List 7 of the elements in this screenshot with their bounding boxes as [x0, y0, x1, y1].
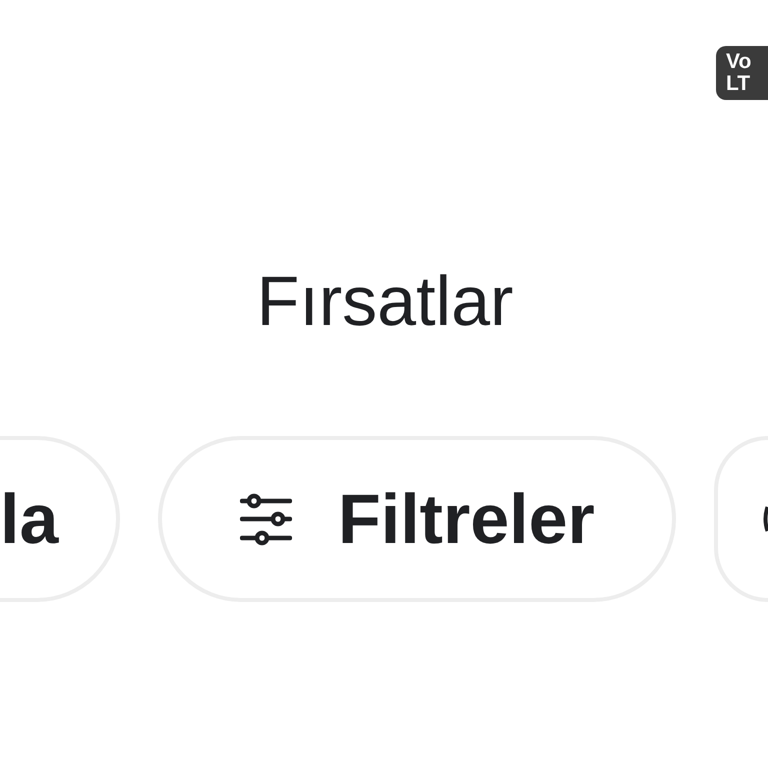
- filter-sliders-icon: [240, 492, 292, 546]
- arc-icon: [762, 505, 768, 533]
- filter-chip[interactable]: la: [0, 436, 120, 602]
- filters-chip[interactable]: Filtreler: [158, 436, 676, 602]
- page-title: Fırsatlar: [256, 266, 514, 336]
- badge-text: LT: [726, 73, 752, 95]
- badge-text: Vo: [726, 51, 752, 73]
